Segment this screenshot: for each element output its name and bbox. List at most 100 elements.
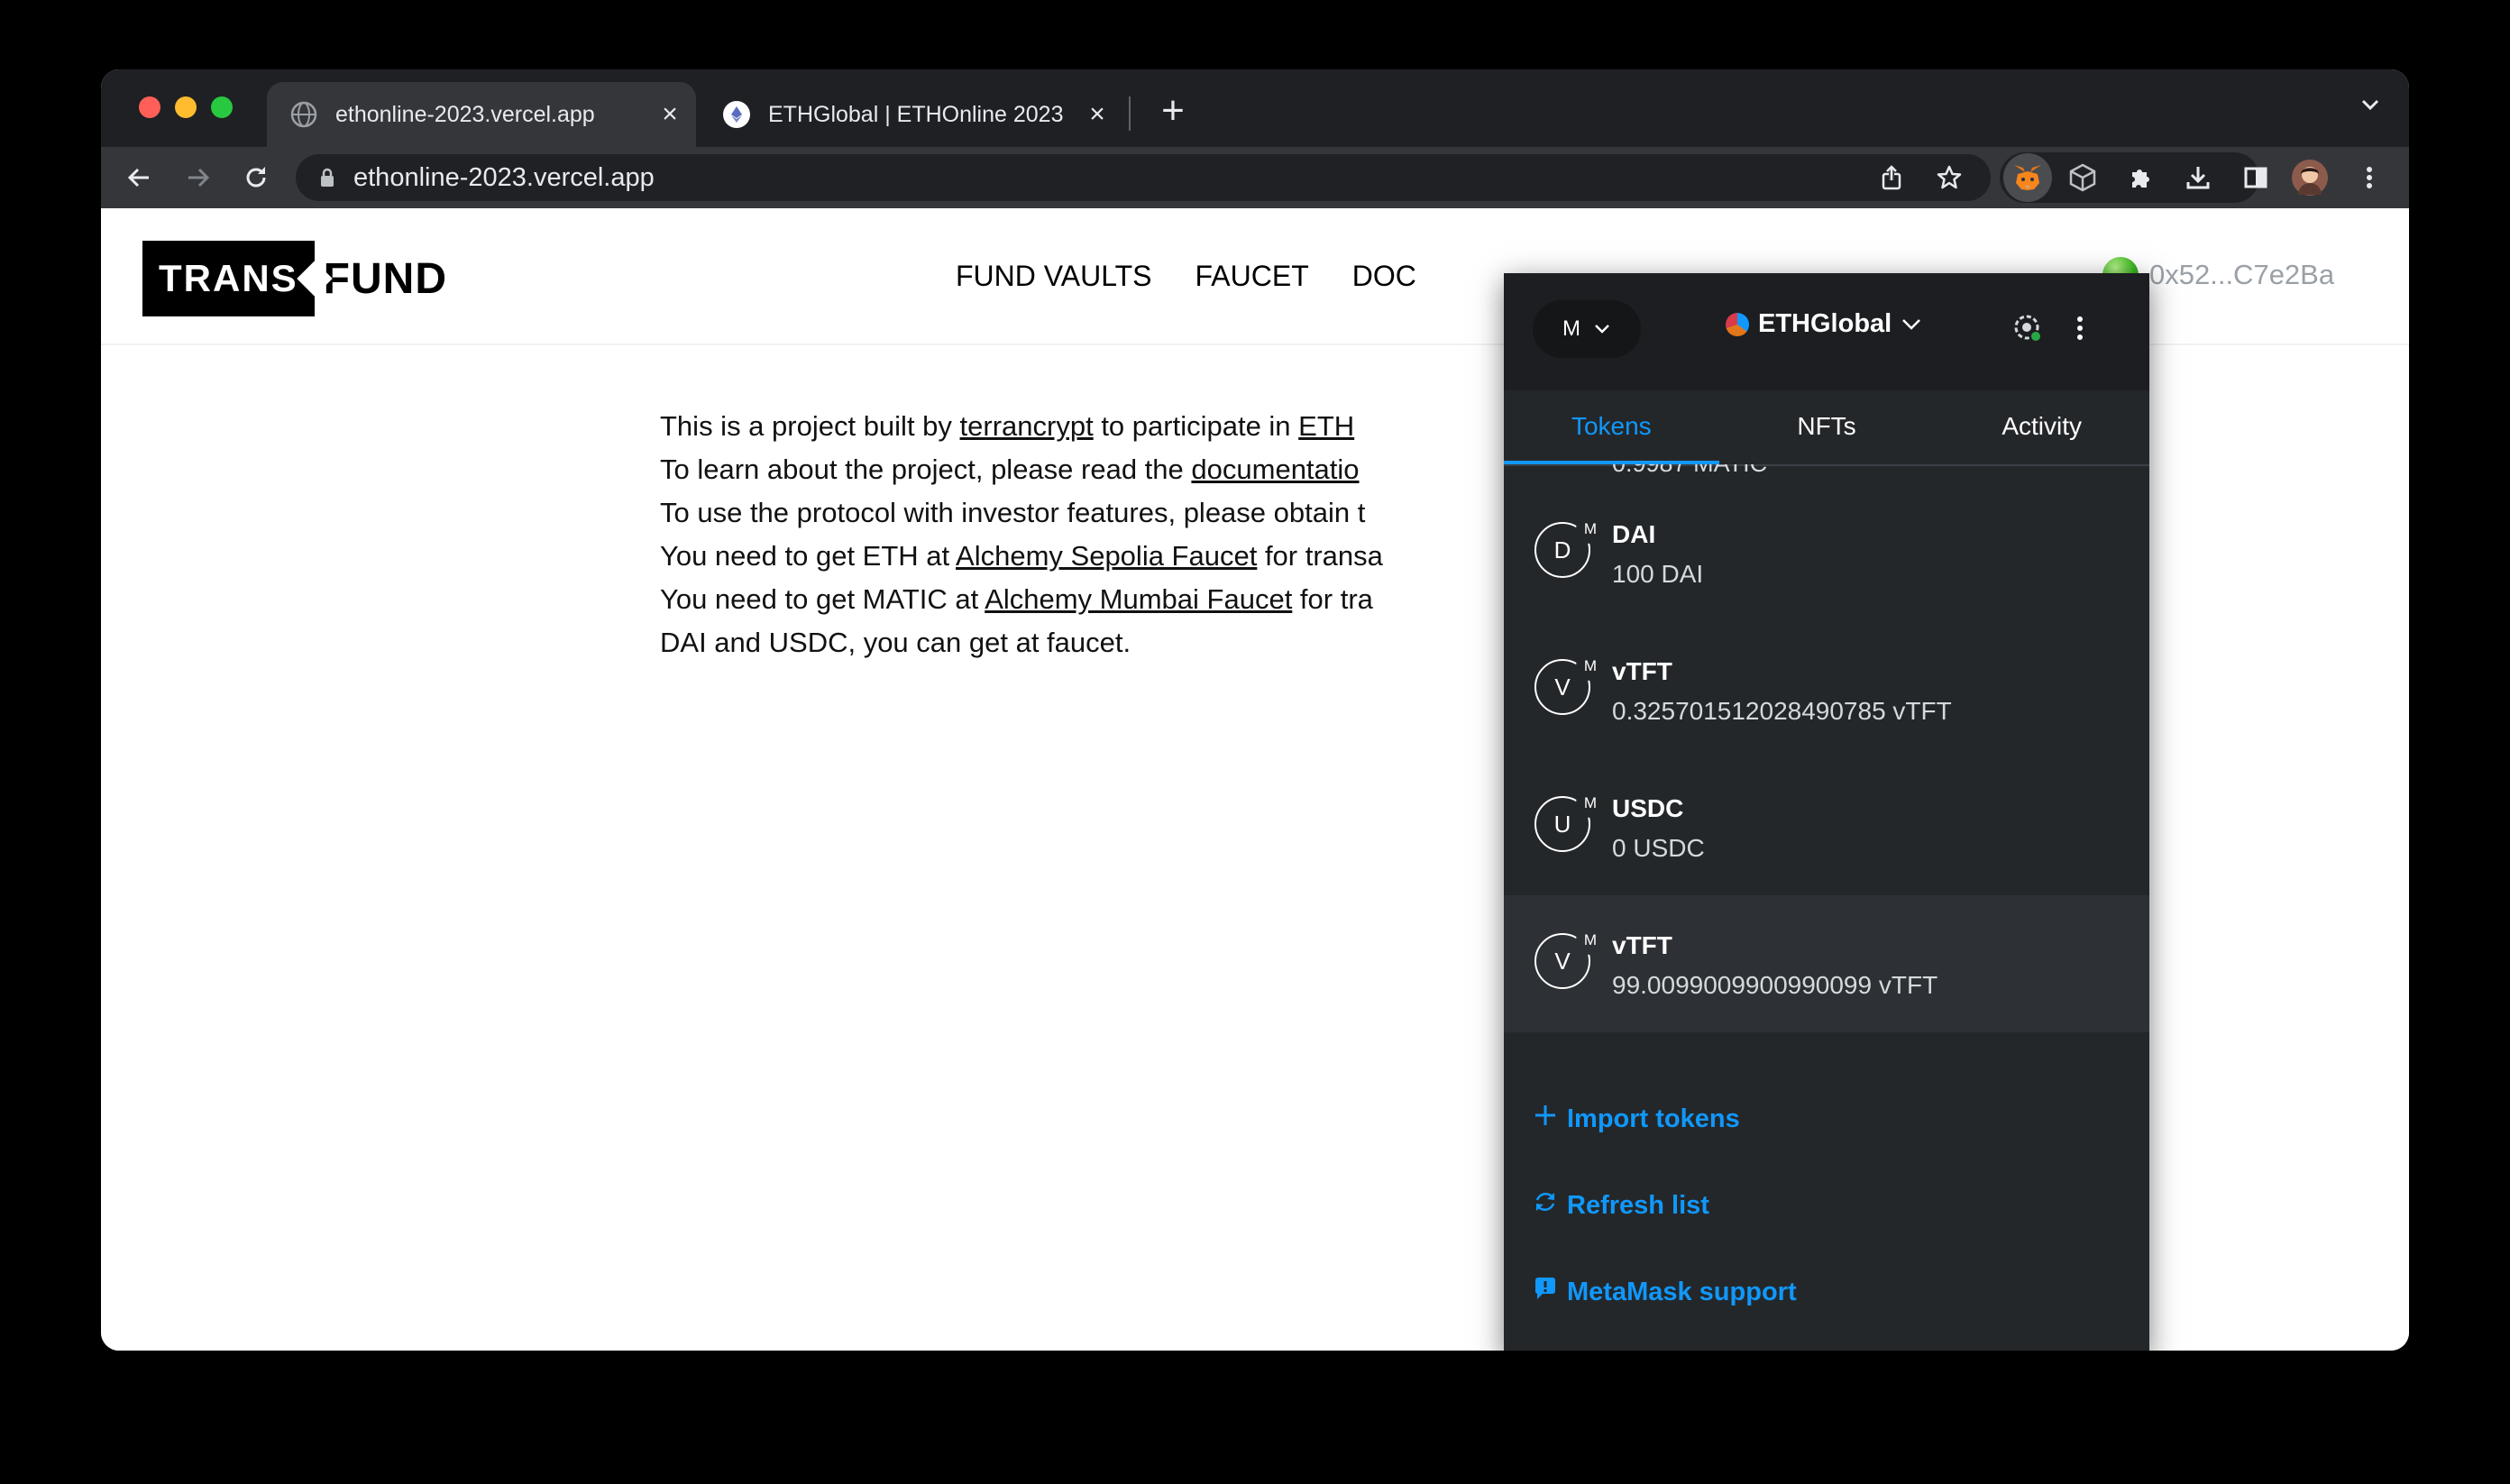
- intro-line: To use the protocol with investor featur…: [660, 491, 1562, 535]
- close-tab-icon[interactable]: ×: [1082, 99, 1113, 130]
- token-row[interactable]: V M vTFT 0.325701512028490785 vTFT: [1504, 621, 2149, 758]
- new-tab-button[interactable]: +: [1150, 89, 1195, 134]
- inline-text: To learn about the project, please read …: [660, 453, 1192, 485]
- token-balance: 100 DAI: [1612, 560, 1704, 588]
- site-nav: FUND VAULTS FAUCET DOC: [956, 208, 1460, 344]
- intro-line: You need to get MATIC at Alchemy Mumbai …: [660, 578, 1562, 621]
- minimize-window-button[interactable]: [175, 96, 197, 118]
- inline-text: for transa: [1257, 540, 1383, 572]
- network-name: ETHGlobal: [1758, 309, 1892, 338]
- ethglobal-favicon-icon: [723, 101, 750, 128]
- close-tab-icon[interactable]: ×: [655, 99, 685, 130]
- chrome-menu-kebab-icon[interactable]: [2346, 154, 2393, 201]
- network-selector[interactable]: ETHGlobal: [1726, 309, 1922, 339]
- token-row[interactable]: D M DAI 100 DAI: [1504, 484, 2149, 621]
- plus-icon: [1533, 1103, 1558, 1135]
- url-text: ethonline-2023.vercel.app: [353, 162, 655, 192]
- token-list: 0.9987 MATIC D M DAI 100 DAI V M vTFT 0.…: [1504, 464, 2149, 1032]
- refresh-icon: [1533, 1189, 1558, 1222]
- intro-line: To learn about the project, please read …: [660, 448, 1562, 491]
- inline-text: To use the protocol with investor featur…: [660, 497, 1366, 528]
- token-row[interactable]: V M vTFT 99.0099009900990099 vTFT: [1504, 895, 2149, 1032]
- intro-line: DAI and USDC, you can get at faucet.: [660, 621, 1562, 664]
- import-tokens-link[interactable]: Import tokens: [1533, 1103, 1740, 1135]
- token-symbol: vTFT: [1612, 931, 1672, 959]
- network-badge: M: [1576, 789, 1605, 818]
- maximize-window-button[interactable]: [211, 96, 233, 118]
- inline-text: for tra: [1292, 583, 1373, 615]
- lock-icon: [319, 167, 335, 188]
- inline-link[interactable]: documentatio: [1191, 453, 1359, 485]
- account-initial: M: [1562, 316, 1580, 341]
- tab-activity[interactable]: Activity: [1934, 390, 2149, 464]
- network-icon: [1726, 312, 1749, 336]
- puzzle-extensions-icon[interactable]: [2117, 154, 2164, 201]
- logo-fund-text: FUND: [323, 254, 447, 303]
- inline-text: to participate in: [1093, 410, 1299, 442]
- tab-title: ETHGlobal | ETHOnline 2023: [768, 101, 1064, 127]
- forward-arrow-icon[interactable]: [175, 154, 222, 201]
- inline-text: This is a project built by: [660, 410, 960, 442]
- nav-faucet[interactable]: FAUCET: [1195, 260, 1309, 293]
- chat-bubble-icon: [1533, 1276, 1558, 1308]
- tab-nfts[interactable]: NFTs: [1719, 390, 1935, 464]
- profile-avatar[interactable]: [2286, 154, 2333, 201]
- share-icon[interactable]: [1868, 154, 1915, 201]
- tab-ethglobal[interactable]: ETHGlobal | ETHOnline 2023 ×: [700, 82, 1123, 147]
- browser-toolbar: ethonline-2023.vercel.app: [101, 147, 2409, 208]
- inline-link[interactable]: ETH: [1298, 410, 1354, 442]
- inline-link[interactable]: terrancrypt: [960, 410, 1094, 442]
- tab-search-chevron-icon[interactable]: [2359, 93, 2382, 123]
- account-menu-button[interactable]: M: [1533, 300, 1641, 358]
- token-balance: 0.325701512028490785 vTFT: [1612, 697, 1952, 725]
- back-arrow-icon[interactable]: [115, 154, 162, 201]
- chevron-down-icon: [1593, 316, 1611, 342]
- token-symbol: DAI: [1612, 520, 1656, 548]
- network-badge: M: [1576, 926, 1605, 955]
- logo-trans-text: TRANS: [142, 241, 315, 316]
- metamask-tabs: Tokens NFTs Activity: [1504, 390, 2149, 466]
- token-balance: 0.9987 MATIC: [1612, 464, 1767, 478]
- wallet-address: 0x52...C7e2Ba: [2149, 259, 2335, 290]
- intro-text: This is a project built by terrancrypt t…: [660, 405, 1562, 664]
- browser-window: ethonline-2023.vercel.app × ETHGlobal | …: [101, 69, 2409, 1351]
- metamask-menu-kebab-icon[interactable]: [2075, 315, 2084, 346]
- transfund-logo[interactable]: TRANS FUND: [142, 241, 447, 316]
- network-badge: M: [1576, 515, 1605, 544]
- inline-text: You need to get ETH at: [660, 540, 957, 572]
- chevron-down-icon: [1901, 309, 1922, 339]
- bookmark-star-icon[interactable]: [1926, 154, 1973, 201]
- inline-link[interactable]: Alchemy Sepolia Faucet: [956, 540, 1257, 572]
- metamask-popup: M ETHGlobal Tokens NFTs Activity D M DAI…: [1504, 273, 2149, 1351]
- tab-tokens[interactable]: Tokens: [1504, 390, 1719, 464]
- metamask-header: M ETHGlobal: [1504, 273, 2149, 390]
- metamask-support-label: MetaMask support: [1567, 1277, 1797, 1306]
- cube-extension-icon[interactable]: [2059, 154, 2106, 201]
- token-balance: 0 USDC: [1612, 834, 1705, 862]
- nav-fund-vaults[interactable]: FUND VAULTS: [956, 260, 1152, 293]
- side-panel-icon[interactable]: [2232, 154, 2279, 201]
- intro-line: You need to get ETH at Alchemy Sepolia F…: [660, 535, 1562, 578]
- nav-docs[interactable]: DOC: [1352, 260, 1416, 293]
- metamask-support-link[interactable]: MetaMask support: [1533, 1276, 1797, 1308]
- connected-sites-icon[interactable]: [2009, 309, 2048, 349]
- reload-icon[interactable]: [233, 154, 279, 201]
- inline-link[interactable]: Alchemy Mumbai Faucet: [985, 583, 1292, 615]
- globe-icon: [290, 101, 317, 128]
- address-bar[interactable]: ethonline-2023.vercel.app: [296, 154, 1991, 201]
- tab-ethonline-vercel[interactable]: ethonline-2023.vercel.app ×: [267, 82, 696, 147]
- refresh-list-label: Refresh list: [1567, 1190, 1709, 1220]
- close-window-button[interactable]: [139, 96, 160, 118]
- refresh-list-link[interactable]: Refresh list: [1533, 1189, 1709, 1222]
- metamask-fox-icon[interactable]: [2003, 153, 2052, 202]
- list-item[interactable]: 0.9987 MATIC: [1504, 464, 2149, 484]
- token-symbol: USDC: [1612, 794, 1684, 822]
- tab-strip: ethonline-2023.vercel.app × ETHGlobal | …: [101, 69, 2409, 147]
- token-symbol: vTFT: [1612, 657, 1672, 685]
- inline-text: You need to get MATIC at: [660, 583, 985, 615]
- token-row[interactable]: U M USDC 0 USDC: [1504, 758, 2149, 895]
- network-badge: M: [1576, 652, 1605, 681]
- token-balance: 99.0099009900990099 vTFT: [1612, 971, 1938, 999]
- tab-title: ethonline-2023.vercel.app: [335, 101, 595, 127]
- download-icon[interactable]: [2175, 154, 2221, 201]
